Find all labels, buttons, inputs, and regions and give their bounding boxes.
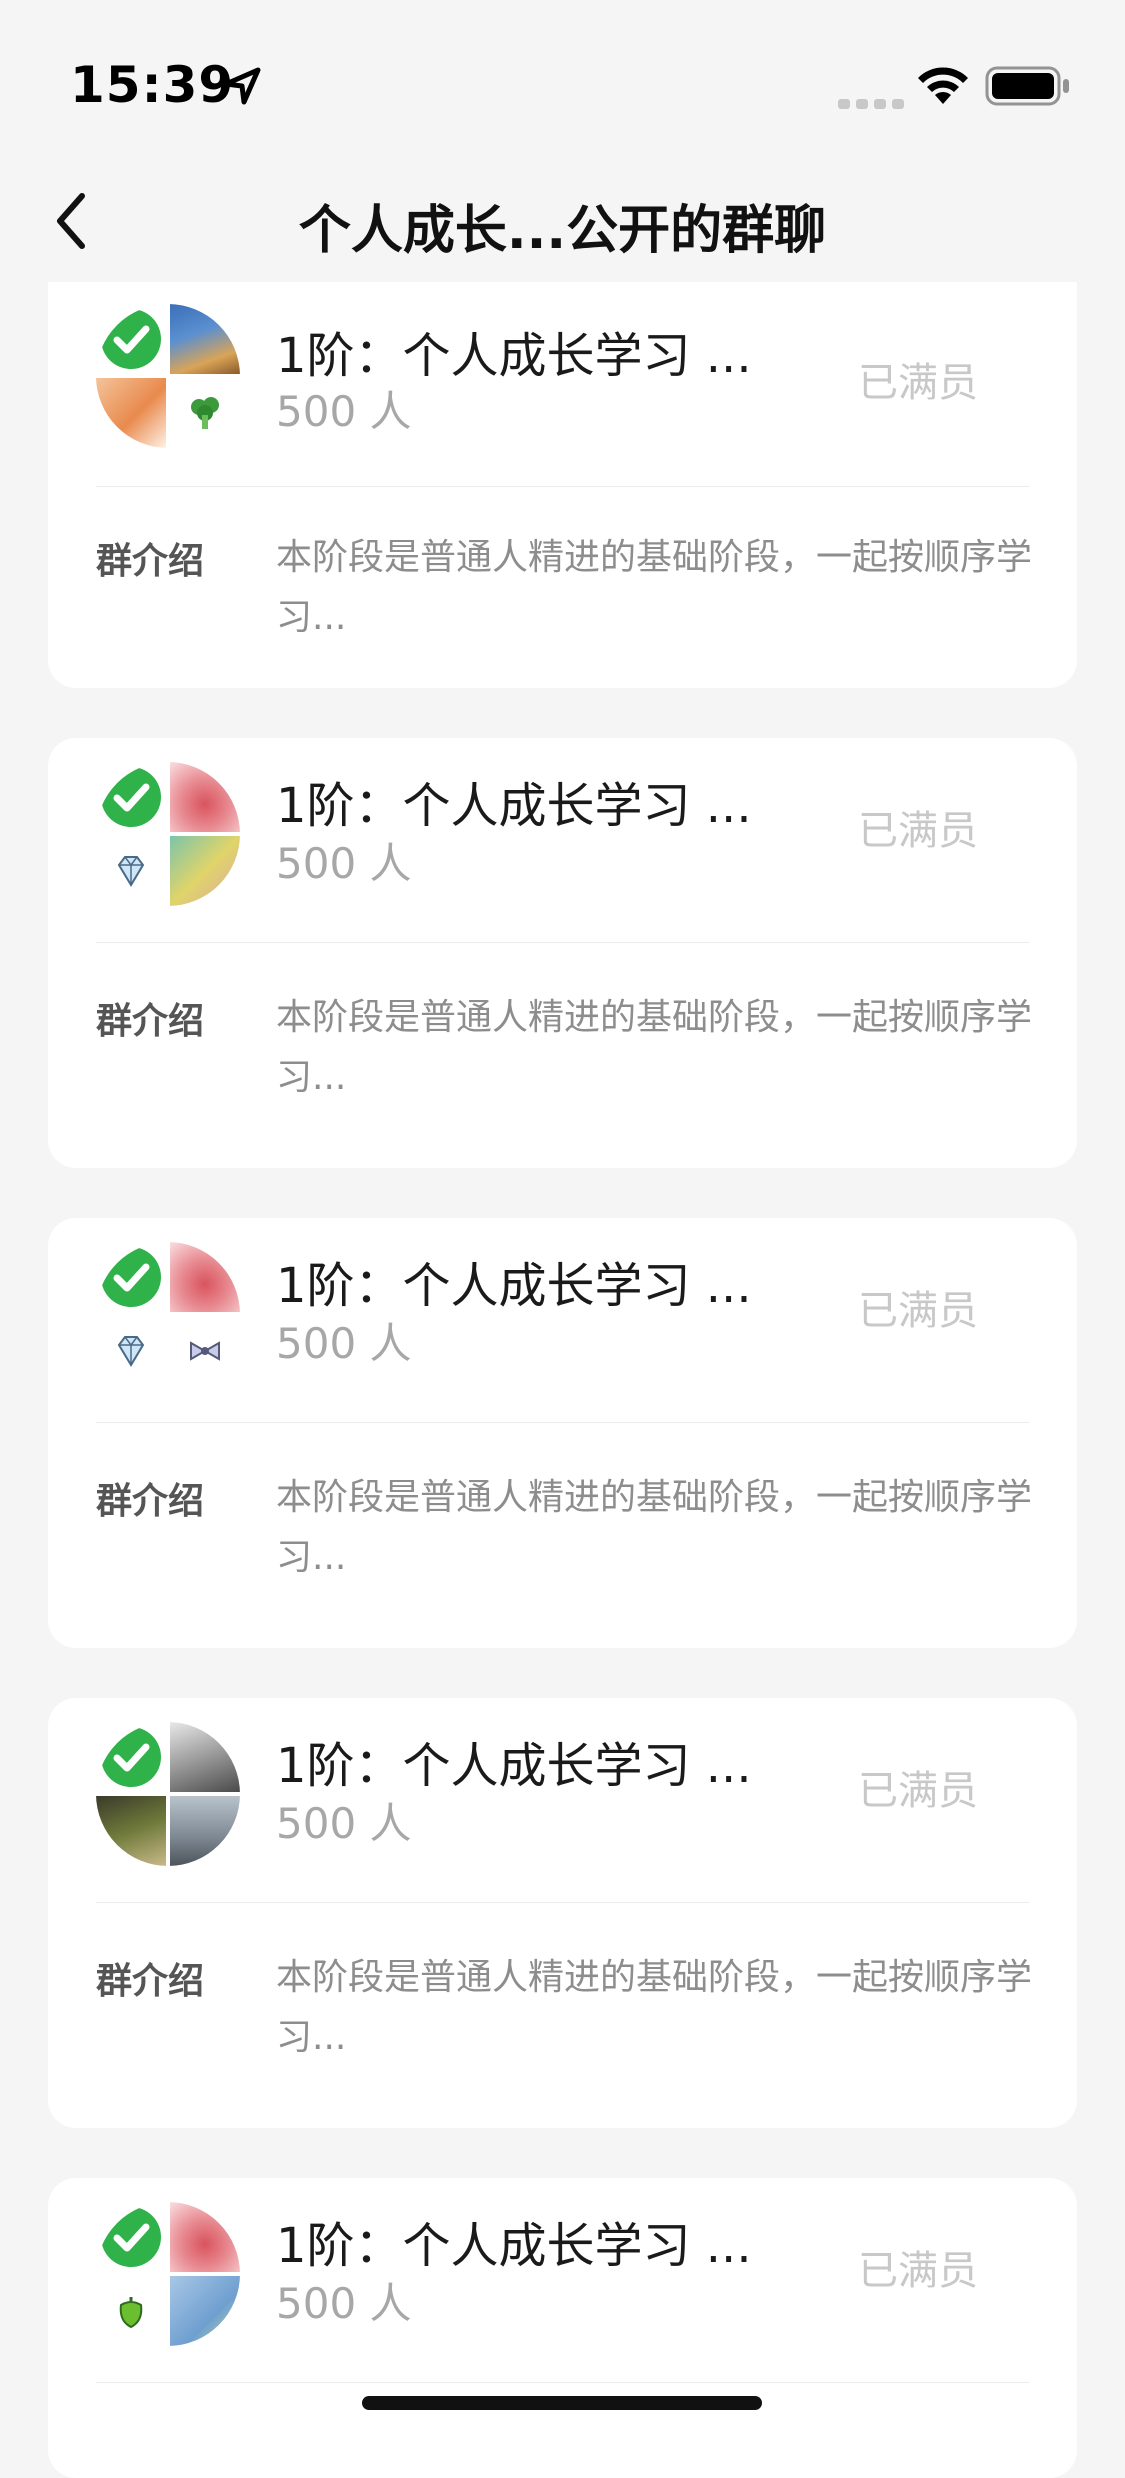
member-count: 500 人	[276, 1319, 412, 1368]
full-status-label: 已满员	[858, 360, 978, 406]
group-avatar	[96, 762, 240, 906]
group-card[interactable]: 1阶：个人成长学习 ... 500 人 已满员	[48, 2178, 1077, 2478]
full-status-label: 已满员	[858, 1768, 978, 1814]
divider	[96, 486, 1029, 487]
group-title: 1阶：个人成长学习 ...	[276, 1738, 752, 1794]
check-badge-icon	[101, 767, 161, 827]
check-badge-icon	[101, 2207, 161, 2267]
status-bar: 15:39	[0, 0, 1125, 140]
member-count: 500 人	[276, 839, 412, 888]
battery-icon	[985, 66, 1069, 106]
location-arrow-icon	[223, 67, 261, 105]
group-title: 1阶：个人成长学习 ...	[276, 328, 752, 384]
member-count: 500 人	[276, 387, 412, 436]
page-title: 个人成长...公开的群聊	[298, 201, 827, 261]
member-photo	[170, 1796, 240, 1866]
intro-label: 群介绍	[96, 541, 205, 582]
member-photo	[170, 2202, 240, 2272]
wifi-icon	[918, 67, 968, 104]
divider	[96, 942, 1029, 943]
group-avatar	[96, 2202, 240, 2346]
pepper-icon	[119, 2297, 143, 2329]
member-photo	[96, 1796, 166, 1866]
bow-icon	[190, 1341, 220, 1361]
group-card[interactable]: 1阶：个人成长学习 ... 500 人 已满员 群介绍 本阶段是普通人精进的基础…	[48, 738, 1077, 1168]
group-card[interactable]: 1阶：个人成长学习 ... 500 人 已满员 群介绍 本阶段是普通人精进的基础…	[48, 282, 1077, 688]
member-photo	[170, 1242, 240, 1312]
member-count: 500 人	[276, 2279, 412, 2328]
full-status-label: 已满员	[858, 2248, 978, 2294]
divider	[96, 2382, 1029, 2383]
intro-label: 群介绍	[96, 1961, 205, 2002]
nav-bar: 个人成长...公开的群聊	[0, 160, 1125, 280]
member-photo	[170, 2276, 240, 2346]
intro-label: 群介绍	[96, 1001, 205, 1042]
group-title: 1阶：个人成长学习 ...	[276, 2218, 752, 2274]
group-title: 1阶：个人成长学习 ...	[276, 1258, 752, 1314]
group-card[interactable]: 1阶：个人成长学习 ... 500 人 已满员 群介绍 本阶段是普通人精进的基础…	[48, 1698, 1077, 2128]
home-indicator	[362, 2396, 762, 2410]
intro-text: 本阶段是普通人精进的基础阶段，一起按顺序学习...	[276, 1477, 1033, 1578]
check-badge-icon	[101, 1247, 161, 1307]
diamond-icon	[117, 856, 145, 887]
group-avatar	[96, 304, 240, 448]
group-avatar	[96, 1722, 240, 1866]
divider	[96, 1902, 1029, 1903]
status-time: 15:39	[70, 56, 235, 114]
diamond-icon	[117, 1336, 145, 1367]
full-status-label: 已满员	[858, 808, 978, 854]
group-title: 1阶：个人成长学习 ...	[276, 778, 752, 834]
signal-dots-icon	[838, 99, 904, 109]
member-photo	[96, 378, 166, 448]
check-badge-icon	[101, 309, 161, 369]
member-photo	[170, 304, 240, 374]
broccoli-icon	[191, 397, 219, 429]
back-arrow-icon[interactable]	[46, 186, 96, 256]
member-count: 500 人	[276, 1799, 412, 1848]
intro-text: 本阶段是普通人精进的基础阶段，一起按顺序学习...	[276, 1957, 1033, 2058]
member-photo	[170, 836, 240, 906]
member-photo	[170, 762, 240, 832]
divider	[96, 1422, 1029, 1423]
intro-text: 本阶段是普通人精进的基础阶段，一起按顺序学习...	[276, 537, 1033, 638]
intro-label: 群介绍	[96, 1481, 205, 1522]
group-avatar	[96, 1242, 240, 1386]
group-card[interactable]: 1阶：个人成长学习 ... 500 人 已满员 群介绍 本阶段是普通人精进的基础…	[48, 1218, 1077, 1648]
check-badge-icon	[101, 1727, 161, 1787]
member-photo	[170, 1722, 240, 1792]
intro-text: 本阶段是普通人精进的基础阶段，一起按顺序学习...	[276, 997, 1033, 1098]
full-status-label: 已满员	[858, 1288, 978, 1334]
